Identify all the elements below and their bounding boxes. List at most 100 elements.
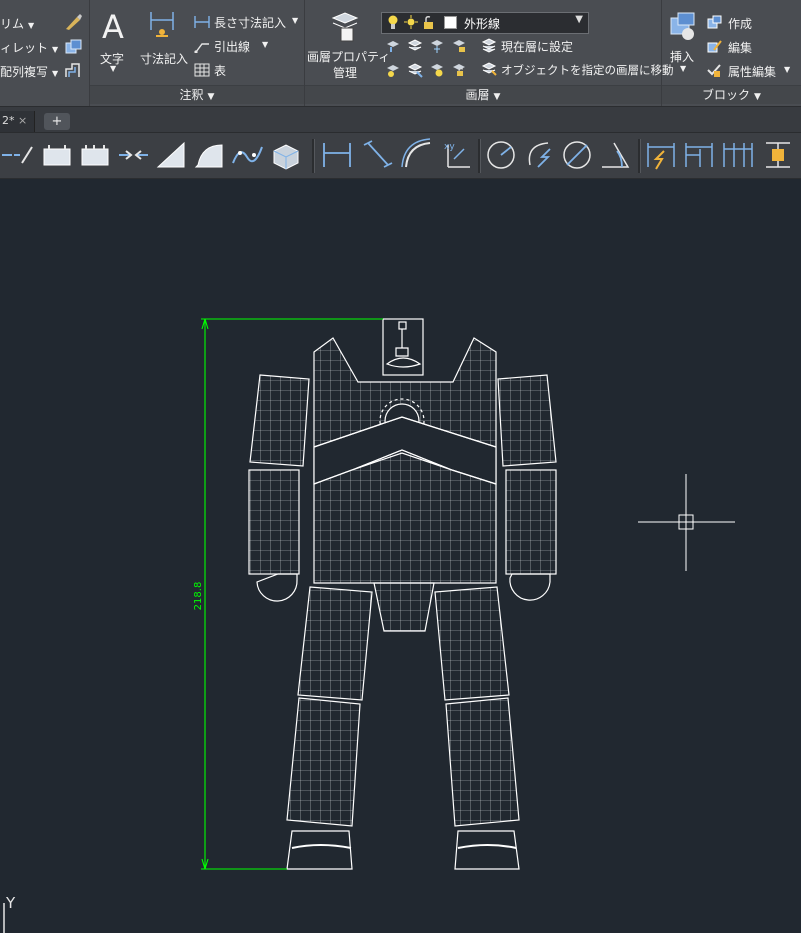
layers-title-text: 画層 [465,88,490,102]
robot-drawing[interactable] [248,318,557,870]
insert-arrow: ▼ [680,64,687,73]
set-current-label: 現在層に設定 [501,40,574,54]
trim-button[interactable]: リム ▼ [0,15,34,32]
box-tool-icon[interactable] [78,137,112,173]
linear-dim-button[interactable]: 長さ寸法記入 ▼ [194,14,304,32]
layer-dropdown[interactable]: 外形線 ▼ [381,12,589,34]
text-dropdown-arrow: ▼ [110,64,117,73]
aligned-dimension-icon[interactable] [360,137,394,173]
layer-thaw-icon[interactable] [429,62,445,78]
ordinate-dimension-icon[interactable]: xy [440,137,474,173]
linear-dimension-icon[interactable] [320,137,354,173]
layer-isolate-icon[interactable] [407,38,423,54]
insert-block-icon [670,12,695,40]
unlock-icon [424,16,433,29]
robot-head[interactable] [382,318,424,376]
layer-properties-icon [331,12,359,42]
block-title-text: ブロック [702,88,751,102]
quick-dimension-icon[interactable] [644,137,678,173]
layer-unisolate-icon[interactable] [407,62,423,78]
dimension-button[interactable]: 寸法記入 [138,8,190,74]
toolbar-separator [312,139,315,173]
new-tab-button[interactable]: + [44,113,70,130]
diameter-dimension-icon[interactable] [560,137,594,173]
attribute-edit-arrow: ▼ [784,65,791,74]
close-tab-icon[interactable]: × [18,114,27,127]
leader-button[interactable]: 引出線 ▼ [194,38,274,56]
current-layer-name: 外形線 [464,17,501,31]
svg-text:xy: xy [444,142,455,152]
construction-line-icon[interactable] [0,137,34,173]
lightbulb-icon [388,15,398,29]
robot-left-arm[interactable] [248,374,310,602]
block-panel: 挿入 ▼ 作成 編集 属性編集 ▼ ブロック ▼ [662,0,801,106]
dimension-value[interactable]: 218.8 [193,582,204,611]
block-panel-title[interactable]: ブロック ▼ [662,85,801,104]
attribute-edit-label: 属性編集 [728,65,777,79]
layer-lock-icon[interactable] [451,38,467,54]
radius-dimension-icon[interactable] [484,137,518,173]
create-block-label: 作成 [728,17,753,31]
drawing-tab[interactable]: 2* × [0,111,35,132]
explode-icon[interactable] [63,37,83,57]
set-current-icon [481,38,497,53]
chamfer-tool-icon[interactable] [154,137,188,173]
toolbar-separator [638,139,641,173]
layer-color-swatch [444,16,457,29]
layer-off-icon[interactable] [385,38,401,54]
layer-freeze-icon[interactable] [429,38,445,54]
linear-dim-arrow: ▼ [292,16,299,25]
linear-dim-label: 長さ寸法記入 [214,16,287,30]
move-to-layer-button[interactable]: オブジェクトを指定の画層に移動 [481,61,674,79]
attribute-edit-icon [707,64,721,77]
file-tab-bar: 2* × + [0,107,801,133]
array-button[interactable]: 配列複写 ▼ [0,63,58,80]
trim-label: リム [0,17,25,31]
join-tool-icon[interactable] [116,137,150,173]
annotation-panel-title[interactable]: 注釈 ▼ [90,85,304,104]
fillet-label: ィレット [0,41,49,55]
drawing-canvas[interactable]: 218.8 Y [0,179,801,933]
robot-right-arm[interactable] [497,374,557,601]
annotation-panel: A 文字 ▼ 寸法記入 長さ寸法記入 ▼ 引出線 ▼ 表 注釈 ▼ [90,0,305,106]
baseline-dimension-icon[interactable] [682,137,716,173]
layer-on-icon[interactable] [385,62,401,78]
arc-length-icon[interactable] [400,137,434,173]
robot-left-leg[interactable] [286,586,373,870]
rectangle-tool-icon[interactable] [40,137,74,173]
ribbon: リム ▼ ィレット ▼ 配列複写 ▼ A 文字 ▼ 寸法記入 長さ寸法記入 ▼ 引出線… [0,0,801,107]
move-to-layer-label: オブジェクトを指定の画層に移動 [501,63,674,77]
ucs-icon: Y [3,894,16,933]
ucs-y-label: Y [5,894,16,912]
spline-tool-icon[interactable] [230,137,264,173]
insert-button[interactable]: 挿入 ▼ [666,10,702,76]
sun-icon [404,15,418,29]
array-label: 配列複写 [0,65,49,79]
text-button[interactable]: A 文字 ▼ [96,8,132,74]
dimension-space-icon[interactable] [760,137,794,173]
angular-dimension-icon[interactable] [598,137,632,173]
layer-dropdown-caret: ▼ [575,14,583,25]
robot-torso[interactable] [313,337,497,632]
linear-dim-icon [194,16,210,28]
fillet-tool-icon[interactable] [192,137,226,173]
fillet-button[interactable]: ィレット ▼ [0,39,58,56]
set-current-layer-button[interactable]: 現在層に設定 [481,37,661,55]
robot-right-leg[interactable] [434,586,520,870]
layer-unlock-icon[interactable] [451,62,467,78]
edit-block-icon [707,40,722,53]
create-block-button[interactable]: 作成 [706,14,796,32]
3d-box-icon[interactable] [268,137,302,173]
offset-icon[interactable] [63,61,83,81]
table-button[interactable]: 表 [194,62,254,80]
draw-toolbar: xy [0,133,801,179]
continue-dimension-icon[interactable] [720,137,754,173]
layers-panel-title[interactable]: 画層 ▼ [305,85,661,104]
erase-brush-icon[interactable] [63,12,83,32]
layer-properties-button[interactable]: 画層プロパティ 管理 [307,10,390,80]
edit-block-button[interactable]: 編集 [706,38,796,56]
leader-icon [194,43,209,53]
jogged-dimension-icon[interactable] [522,137,556,173]
layer-properties-label-1: 画層プロパティ [307,50,391,64]
attribute-edit-button[interactable]: 属性編集 ▼ [706,62,801,80]
